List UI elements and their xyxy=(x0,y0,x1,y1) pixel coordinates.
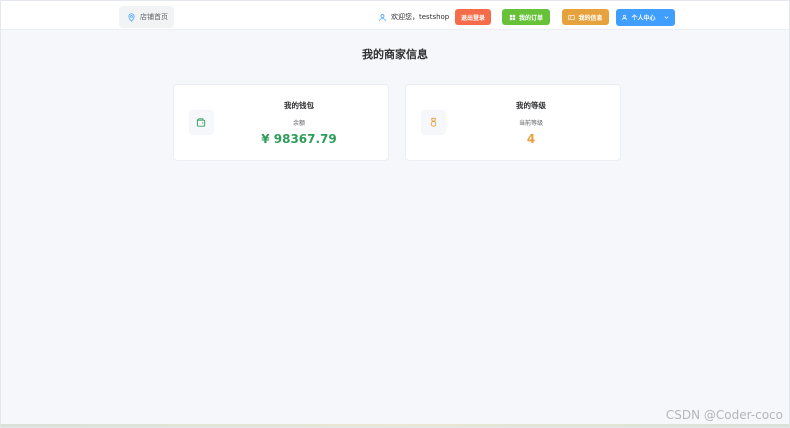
welcome-text: 欢迎您，testshop xyxy=(391,13,450,21)
user-icon xyxy=(379,13,386,21)
wallet-icon xyxy=(196,118,206,127)
page: 店铺首页 欢迎您，testshop 退出登录 我的订单 我的信息 个人中心 我的… xyxy=(0,0,790,428)
balance-label: 余额 xyxy=(292,120,305,127)
bottom-strip xyxy=(1,424,789,427)
wallet-title: 我的钱包 xyxy=(284,101,314,110)
level-icon-box xyxy=(421,110,446,135)
welcome-message: 欢迎您，testshop xyxy=(378,11,449,23)
logout-label: 退出登录 xyxy=(460,14,485,22)
my-orders-label: 我的订单 xyxy=(518,14,543,22)
my-info-button[interactable]: 我的信息 xyxy=(562,9,609,25)
store-home-label: 店铺首页 xyxy=(140,13,168,21)
user-icon xyxy=(622,14,628,21)
current-level-label: 当前等级 xyxy=(518,120,543,127)
personal-center-label: 个人中心 xyxy=(631,15,656,22)
top-navbar: 店铺首页 欢迎您，testshop 退出登录 我的订单 我的信息 个人中心 xyxy=(1,1,789,30)
my-info-label: 我的信息 xyxy=(578,14,603,22)
chevron-down-icon xyxy=(663,16,669,19)
level-card-body: 我的等级 当前等级 4 xyxy=(456,100,606,147)
level-card: 我的等级 当前等级 4 xyxy=(405,84,621,161)
location-pin-icon xyxy=(128,12,135,22)
page-title: 我的商家信息 xyxy=(362,48,428,61)
store-home-link[interactable]: 店铺首页 xyxy=(119,6,174,28)
level-title: 我的等级 xyxy=(516,101,546,110)
grid-icon xyxy=(509,14,516,20)
csdn-watermark: CSDN @Coder-coco xyxy=(665,408,783,422)
wallet-icon-box xyxy=(189,110,214,135)
card-icon xyxy=(568,14,576,20)
personal-center-dropdown[interactable]: 个人中心 xyxy=(616,9,675,26)
wallet-card: 我的钱包 余额 ¥ 98367.79 xyxy=(173,84,389,161)
medal-icon xyxy=(430,117,437,127)
logout-button[interactable]: 退出登录 xyxy=(455,9,491,25)
wallet-card-body: 我的钱包 余额 ¥ 98367.79 xyxy=(224,100,374,147)
current-level-value: 4 xyxy=(526,132,536,146)
my-orders-button[interactable]: 我的订单 xyxy=(502,9,550,25)
balance-value: ¥ 98367.79 xyxy=(261,132,337,146)
